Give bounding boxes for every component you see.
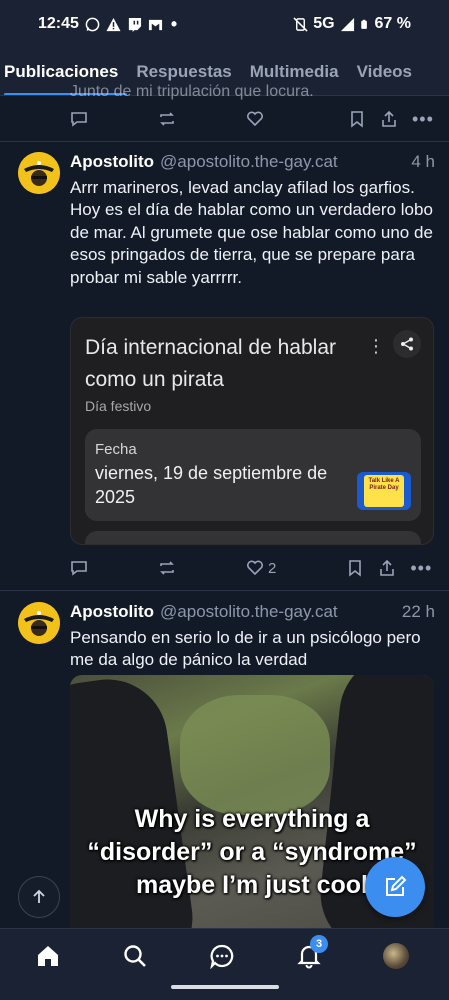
repost-icon[interactable]: [158, 110, 176, 128]
like-icon[interactable]: [246, 110, 264, 128]
nav-notifications[interactable]: 3: [294, 935, 328, 971]
post-header: Apostolito @apostolito.the-gay.cat 4 h: [70, 152, 435, 172]
post-time: 4 h: [411, 152, 435, 171]
arrow-up-icon: [33, 889, 45, 903]
card-share-icon: [393, 330, 421, 358]
compose-button[interactable]: [365, 857, 425, 917]
date-field: Fecha viernes, 19 de septiembre de 2025 …: [85, 429, 421, 521]
post-time: 22 h: [401, 602, 435, 621]
nav-profile[interactable]: [381, 941, 411, 971]
nav-chat[interactable]: [207, 941, 237, 971]
bookmark-icon[interactable]: [346, 559, 364, 577]
share-icon[interactable]: [380, 110, 398, 128]
divider: [0, 141, 449, 142]
previous-post-actions: •••: [70, 109, 435, 129]
more-options-icon[interactable]: •••: [412, 109, 434, 130]
pirate-day-thumbnail: Talk Like A Pirate Day: [357, 472, 411, 510]
compose-icon: [386, 875, 407, 896]
reply-icon[interactable]: [70, 559, 88, 577]
post-header: Apostolito @apostolito.the-gay.cat 22 h: [70, 602, 435, 622]
nav-search[interactable]: [120, 941, 150, 971]
author-name[interactable]: Apostolito: [70, 152, 154, 172]
bottom-nav: 3: [0, 928, 449, 1000]
reply-icon[interactable]: [70, 110, 88, 128]
card-second-field: [85, 531, 421, 544]
bookmark-icon[interactable]: [348, 110, 366, 128]
previous-post-text[interactable]: Junto de mi tripulación que locura.: [70, 83, 314, 101]
more-notifications-dot: •: [170, 13, 178, 34]
gesture-bar: [171, 985, 279, 989]
chat-icon: [210, 944, 234, 969]
tab-videos[interactable]: Videos: [348, 48, 421, 95]
share-icon[interactable]: [378, 559, 396, 577]
nav-home[interactable]: [33, 941, 63, 971]
date-value: viernes, 19 de septiembre de 2025: [95, 463, 328, 507]
warning-icon: [106, 17, 121, 31]
card-title: Día internacional de hablar como un pira…: [85, 336, 336, 391]
post-text[interactable]: Pensando en serio lo de ir a un psicólog…: [70, 627, 435, 672]
status-bar: 12:45 • 5G 67 %: [0, 0, 449, 48]
scroll-to-top-button[interactable]: [18, 876, 60, 918]
notifications-badge: 3: [310, 935, 328, 953]
gmail-icon: [148, 19, 162, 30]
whatsapp-icon: [85, 17, 100, 31]
date-label: Fecha: [95, 441, 137, 458]
network-label: 5G: [313, 15, 335, 32]
like-icon: [247, 560, 263, 576]
like-button[interactable]: 2: [246, 559, 276, 577]
author-handle[interactable]: @apostolito.the-gay.cat: [160, 152, 338, 172]
vibrate-off-icon: [293, 16, 308, 32]
signal-icon: [340, 17, 354, 31]
avatar[interactable]: [18, 152, 60, 194]
repost-icon[interactable]: [158, 559, 176, 577]
more-options-icon[interactable]: •••: [410, 558, 432, 579]
battery-icon: [360, 19, 367, 29]
battery-percent: 67 %: [374, 15, 411, 32]
card-subtitle: Día festivo: [85, 398, 152, 414]
divider: [0, 590, 449, 591]
post-text[interactable]: Arrr marineros, levad anclay afilad los …: [70, 177, 435, 289]
post-actions: 2 •••: [70, 558, 435, 578]
author-handle[interactable]: @apostolito.the-gay.cat: [160, 602, 338, 622]
search-icon: [124, 945, 146, 967]
profile-avatar: [383, 943, 409, 969]
author-name[interactable]: Apostolito: [70, 602, 154, 622]
clock: 12:45: [38, 15, 79, 32]
home-icon: [38, 946, 58, 966]
card-menu-icon: ⋮: [367, 336, 385, 356]
pirate-avatar-icon: [18, 602, 60, 644]
twitch-icon: [128, 17, 141, 32]
pirate-avatar-icon: [18, 152, 60, 194]
calendar-card[interactable]: Día internacional de hablar como un pira…: [70, 317, 434, 545]
avatar[interactable]: [18, 602, 60, 644]
like-count: 2: [268, 559, 277, 577]
